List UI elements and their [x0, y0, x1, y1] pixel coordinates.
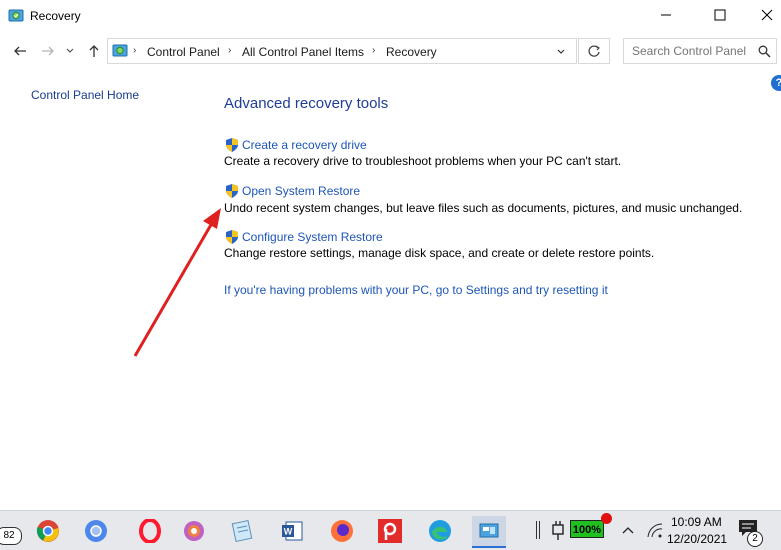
minimize-icon [661, 14, 671, 16]
up-button[interactable] [84, 41, 104, 61]
notification-center-button[interactable]: 2 [738, 519, 763, 547]
taskbar-firefox[interactable] [328, 517, 356, 545]
svg-text:W: W [284, 527, 293, 537]
left-badge-count: 82 [3, 530, 15, 541]
battery-percent: 100% [572, 524, 602, 536]
taskbar-control-panel[interactable] [472, 516, 506, 548]
up-arrow-icon [89, 45, 99, 57]
create-recovery-drive-description: Create a recovery drive to troubleshoot … [224, 154, 622, 168]
edge-icon [429, 520, 451, 542]
maximize-button[interactable] [697, 0, 743, 30]
taskbar-edge[interactable] [426, 517, 454, 545]
battery-indicator[interactable]: 100% [570, 520, 604, 538]
configure-system-restore-link[interactable]: Configure System Restore [242, 230, 383, 244]
breadcrumb-separator: › [133, 45, 137, 56]
open-system-restore-description: Undo recent system changes, but leave fi… [224, 201, 743, 215]
annotation-arrow [133, 208, 221, 357]
open-system-restore-link[interactable]: Open System Restore [242, 184, 360, 198]
search-box[interactable] [623, 38, 777, 64]
breadcrumb-separator[interactable]: › [372, 45, 375, 56]
word-icon: W [282, 521, 303, 541]
taskbar-opera[interactable] [136, 517, 164, 545]
taskbar-separator [536, 521, 540, 539]
minimize-button[interactable] [643, 0, 689, 30]
recovery-app-icon [8, 9, 24, 22]
search-input[interactable] [632, 44, 752, 58]
close-button[interactable] [744, 0, 781, 30]
recent-locations-button[interactable] [63, 41, 77, 61]
clock-time[interactable]: 10:09 AM [671, 515, 722, 529]
wifi-icon[interactable] [646, 523, 664, 539]
chrome-icon [36, 520, 59, 542]
forward-button[interactable] [38, 41, 58, 61]
breadcrumb-control-panel[interactable]: Control Panel [147, 45, 220, 59]
refresh-icon [588, 45, 600, 57]
window-title: Recovery [30, 9, 81, 23]
firefox-icon [331, 520, 353, 542]
uac-shield-icon [226, 230, 238, 244]
left-pane: Control Panel Home [31, 88, 139, 102]
back-arrow-icon [14, 46, 26, 56]
chromium-icon [85, 520, 107, 542]
forward-arrow-icon [42, 46, 54, 56]
breadcrumb-separator[interactable]: › [228, 45, 231, 56]
chevron-down-icon [66, 48, 74, 53]
uac-shield-icon [226, 138, 238, 152]
search-icon[interactable] [758, 45, 771, 58]
taskbar-chrome[interactable] [34, 517, 62, 545]
notepad-icon [231, 519, 253, 543]
title-bar: Recovery [0, 0, 781, 32]
configure-system-restore-description: Change restore settings, manage disk spa… [224, 246, 655, 260]
show-hidden-icons-icon[interactable] [622, 525, 634, 535]
opera-icon [139, 519, 161, 543]
back-button[interactable] [10, 41, 30, 61]
taskbar-notepad[interactable] [228, 517, 256, 545]
photos-app-icon [184, 521, 204, 541]
close-icon [761, 9, 773, 21]
taskbar: 82 W 100% 10:09 AM 12/20/2021 2 [0, 510, 781, 550]
uac-shield-icon [226, 184, 238, 198]
power-plug-icon[interactable] [548, 519, 568, 541]
notification-count-badge: 2 [747, 531, 763, 547]
taskbar-chromium[interactable] [82, 517, 110, 545]
left-badge[interactable]: 82 [0, 527, 22, 545]
clock-date[interactable]: 12/20/2021 [667, 532, 727, 546]
taskbar-word[interactable]: W [278, 517, 306, 545]
taskbar-pdf-reader[interactable] [376, 517, 404, 545]
battery-alert-dot [601, 513, 612, 524]
refresh-button[interactable] [578, 38, 610, 64]
breadcrumb-recovery[interactable]: Recovery [386, 45, 437, 59]
address-dropdown-icon[interactable] [556, 47, 566, 57]
control-panel-taskbar-icon [479, 523, 499, 538]
breadcrumb-all-items[interactable]: All Control Panel Items [242, 45, 364, 59]
reset-pc-settings-link[interactable]: If you're having problems with your PC, … [224, 283, 608, 297]
help-icon[interactable]: ? [771, 75, 781, 91]
taskbar-photos[interactable] [180, 517, 208, 545]
page-heading: Advanced recovery tools [224, 95, 389, 112]
notification-count: 2 [752, 533, 758, 544]
maximize-icon [714, 9, 726, 21]
pdf-reader-icon [378, 519, 402, 543]
control-panel-home-link[interactable]: Control Panel Home [31, 88, 139, 102]
create-recovery-drive-link[interactable]: Create a recovery drive [242, 138, 367, 152]
control-panel-icon [112, 44, 128, 57]
address-bar[interactable]: › Control Panel › All Control Panel Item… [107, 38, 577, 64]
